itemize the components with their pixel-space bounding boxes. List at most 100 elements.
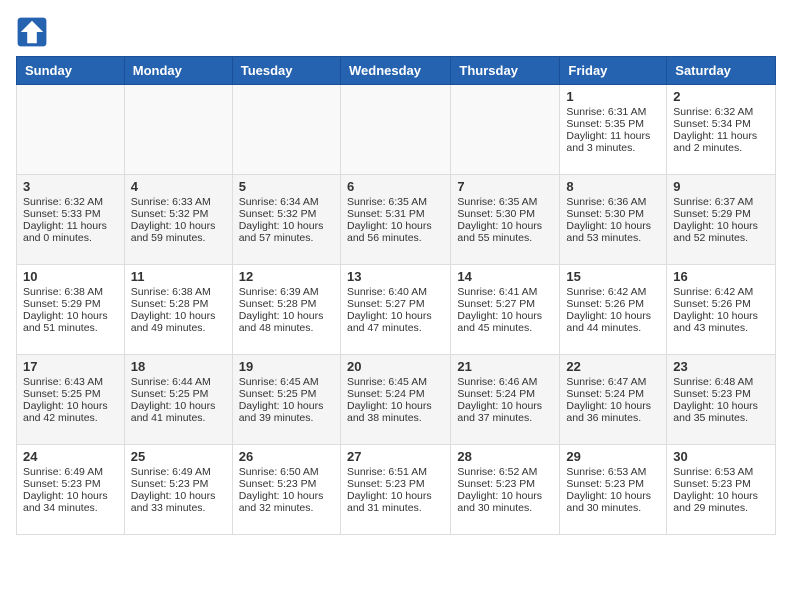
day-info: Daylight: 11 hours and 3 minutes. (566, 130, 660, 154)
day-info: Daylight: 11 hours and 2 minutes. (673, 130, 769, 154)
day-info: Sunrise: 6:53 AM (673, 466, 769, 478)
day-info: Sunset: 5:23 PM (673, 388, 769, 400)
day-number: 13 (347, 269, 444, 284)
calendar-cell: 30Sunrise: 6:53 AMSunset: 5:23 PMDayligh… (667, 445, 776, 535)
day-info: Daylight: 10 hours and 49 minutes. (131, 310, 226, 334)
calendar-cell: 1Sunrise: 6:31 AMSunset: 5:35 PMDaylight… (560, 85, 667, 175)
day-info: Sunset: 5:23 PM (239, 478, 334, 490)
day-number: 14 (457, 269, 553, 284)
day-info: Sunset: 5:33 PM (23, 208, 118, 220)
day-info: Daylight: 10 hours and 41 minutes. (131, 400, 226, 424)
day-info: Daylight: 10 hours and 34 minutes. (23, 490, 118, 514)
day-info: Sunrise: 6:42 AM (566, 286, 660, 298)
calendar-cell: 10 Sunrise: 6:38 AMSunset: 5:29 PMDayligh… (17, 265, 125, 355)
calendar-cell: 2Sunrise: 6:32 AMSunset: 5:34 PMDaylight… (667, 85, 776, 175)
day-info: Daylight: 10 hours and 51 minutes. (23, 310, 118, 334)
day-number: 29 (566, 449, 660, 464)
day-info: Daylight: 10 hours and 53 minutes. (566, 220, 660, 244)
day-number: 15 (566, 269, 660, 284)
day-info: Sunrise: 6:38 AM (131, 286, 226, 298)
day-number: 17 (23, 359, 118, 374)
day-info: Sunrise: 6:43 AM (23, 376, 118, 388)
calendar-cell: 12Sunrise: 6:39 AMSunset: 5:28 PMDayligh… (232, 265, 340, 355)
day-info: Sunrise: 6:49 AM (131, 466, 226, 478)
day-info: Daylight: 10 hours and 36 minutes. (566, 400, 660, 424)
calendar-cell: 17Sunrise: 6:43 AMSunset: 5:25 PMDayligh… (17, 355, 125, 445)
calendar-header-row: SundayMondayTuesdayWednesdayThursdayFrid… (17, 57, 776, 85)
calendar: SundayMondayTuesdayWednesdayThursdayFrid… (16, 56, 776, 535)
calendar-week-row: 3Sunrise: 6:32 AMSunset: 5:33 PMDaylight… (17, 175, 776, 265)
calendar-week-row: 10Sunrise: 6:38 AMSunset: 5:29 PMDayligh… (17, 265, 776, 355)
day-number: 10 (23, 269, 118, 284)
day-info: Sunset: 5:27 PM (347, 298, 444, 310)
day-info: Sunrise: 6:37 AM (673, 196, 769, 208)
day-info: Daylight: 10 hours and 48 minutes. (239, 310, 334, 334)
day-info: Sunset: 5:23 PM (347, 478, 444, 490)
day-info: Sunrise: 6:50 AM (239, 466, 334, 478)
day-info: Sunset: 5:29 PM (23, 298, 118, 310)
day-info: Sunrise: 6:45 AM (239, 376, 334, 388)
day-info: Sunrise: 6:35 AM (457, 196, 553, 208)
day-info: Daylight: 10 hours and 43 minutes. (673, 310, 769, 334)
calendar-week-row: 1Sunrise: 6:31 AMSunset: 5:35 PMDaylight… (17, 85, 776, 175)
day-info: Sunset: 5:35 PM (566, 118, 660, 130)
calendar-cell: 11Sunrise: 6:38 AMSunset: 5:28 PMDayligh… (124, 265, 232, 355)
calendar-cell: 23Sunrise: 6:48 AMSunset: 5:23 PMDayligh… (667, 355, 776, 445)
day-info: Daylight: 10 hours and 33 minutes. (131, 490, 226, 514)
calendar-cell: 4Sunrise: 6:33 AMSunset: 5:32 PMDaylight… (124, 175, 232, 265)
day-info: Sunset: 5:24 PM (457, 388, 553, 400)
calendar-week-row: 17Sunrise: 6:43 AMSunset: 5:25 PMDayligh… (17, 355, 776, 445)
day-info: Sunset: 5:23 PM (566, 478, 660, 490)
calendar-cell: 9Sunrise: 6:37 AMSunset: 5:29 PMDaylight… (667, 175, 776, 265)
day-number: 30 (673, 449, 769, 464)
day-number: 8 (566, 179, 660, 194)
day-info: Sunset: 5:28 PM (239, 298, 334, 310)
column-header-tuesday: Tuesday (232, 57, 340, 85)
day-info: Daylight: 10 hours and 38 minutes. (347, 400, 444, 424)
column-header-saturday: Saturday (667, 57, 776, 85)
day-info: Sunset: 5:23 PM (131, 478, 226, 490)
day-info: Daylight: 10 hours and 47 minutes. (347, 310, 444, 334)
day-number: 27 (347, 449, 444, 464)
day-info: Sunset: 5:32 PM (131, 208, 226, 220)
day-info: Sunset: 5:23 PM (673, 478, 769, 490)
calendar-cell: 26 Sunrise: 6:50 AMSunset: 5:23 PMDayligh… (232, 445, 340, 535)
column-header-wednesday: Wednesday (340, 57, 450, 85)
day-number: 1 (566, 89, 660, 104)
day-info: Sunrise: 6:52 AM (457, 466, 553, 478)
day-info: Daylight: 10 hours and 31 minutes. (347, 490, 444, 514)
day-info: Sunrise: 6:46 AM (457, 376, 553, 388)
calendar-cell: 6Sunrise: 6:35 AMSunset: 5:31 PMDaylight… (340, 175, 450, 265)
calendar-cell: 14Sunrise: 6:41 AMSunset: 5:27 PMDayligh… (451, 265, 560, 355)
day-info: Sunrise: 6:32 AM (23, 196, 118, 208)
day-info: Sunrise: 6:41 AM (457, 286, 553, 298)
column-header-thursday: Thursday (451, 57, 560, 85)
day-info: Daylight: 10 hours and 32 minutes. (239, 490, 334, 514)
day-number: 2 (673, 89, 769, 104)
day-number: 21 (457, 359, 553, 374)
day-info: Sunset: 5:25 PM (239, 388, 334, 400)
day-info: Sunset: 5:34 PM (673, 118, 769, 130)
day-number: 11 (131, 269, 226, 284)
calendar-cell: 22Sunrise: 6:47 AMSunset: 5:24 PMDayligh… (560, 355, 667, 445)
calendar-cell: 15Sunrise: 6:42 AMSunset: 5:26 PMDayligh… (560, 265, 667, 355)
day-number: 26 (239, 449, 334, 464)
day-number: 24 (23, 449, 118, 464)
column-header-monday: Monday (124, 57, 232, 85)
day-number: 4 (131, 179, 226, 194)
day-info: Daylight: 10 hours and 44 minutes. (566, 310, 660, 334)
logo (16, 16, 52, 48)
day-info: Daylight: 10 hours and 39 minutes. (239, 400, 334, 424)
day-info: Daylight: 10 hours and 42 minutes. (23, 400, 118, 424)
day-info: Sunrise: 6:35 AM (347, 196, 444, 208)
day-info: Sunset: 5:30 PM (457, 208, 553, 220)
day-info: Daylight: 10 hours and 55 minutes. (457, 220, 553, 244)
day-number: 22 (566, 359, 660, 374)
day-number: 6 (347, 179, 444, 194)
day-number: 28 (457, 449, 553, 464)
day-info: Sunrise: 6:38 AM (23, 286, 118, 298)
calendar-cell (17, 85, 125, 175)
calendar-cell: 27Sunrise: 6:51 AMSunset: 5:23 PMDayligh… (340, 445, 450, 535)
calendar-cell: 18Sunrise: 6:44 AMSunset: 5:25 PMDayligh… (124, 355, 232, 445)
column-header-friday: Friday (560, 57, 667, 85)
